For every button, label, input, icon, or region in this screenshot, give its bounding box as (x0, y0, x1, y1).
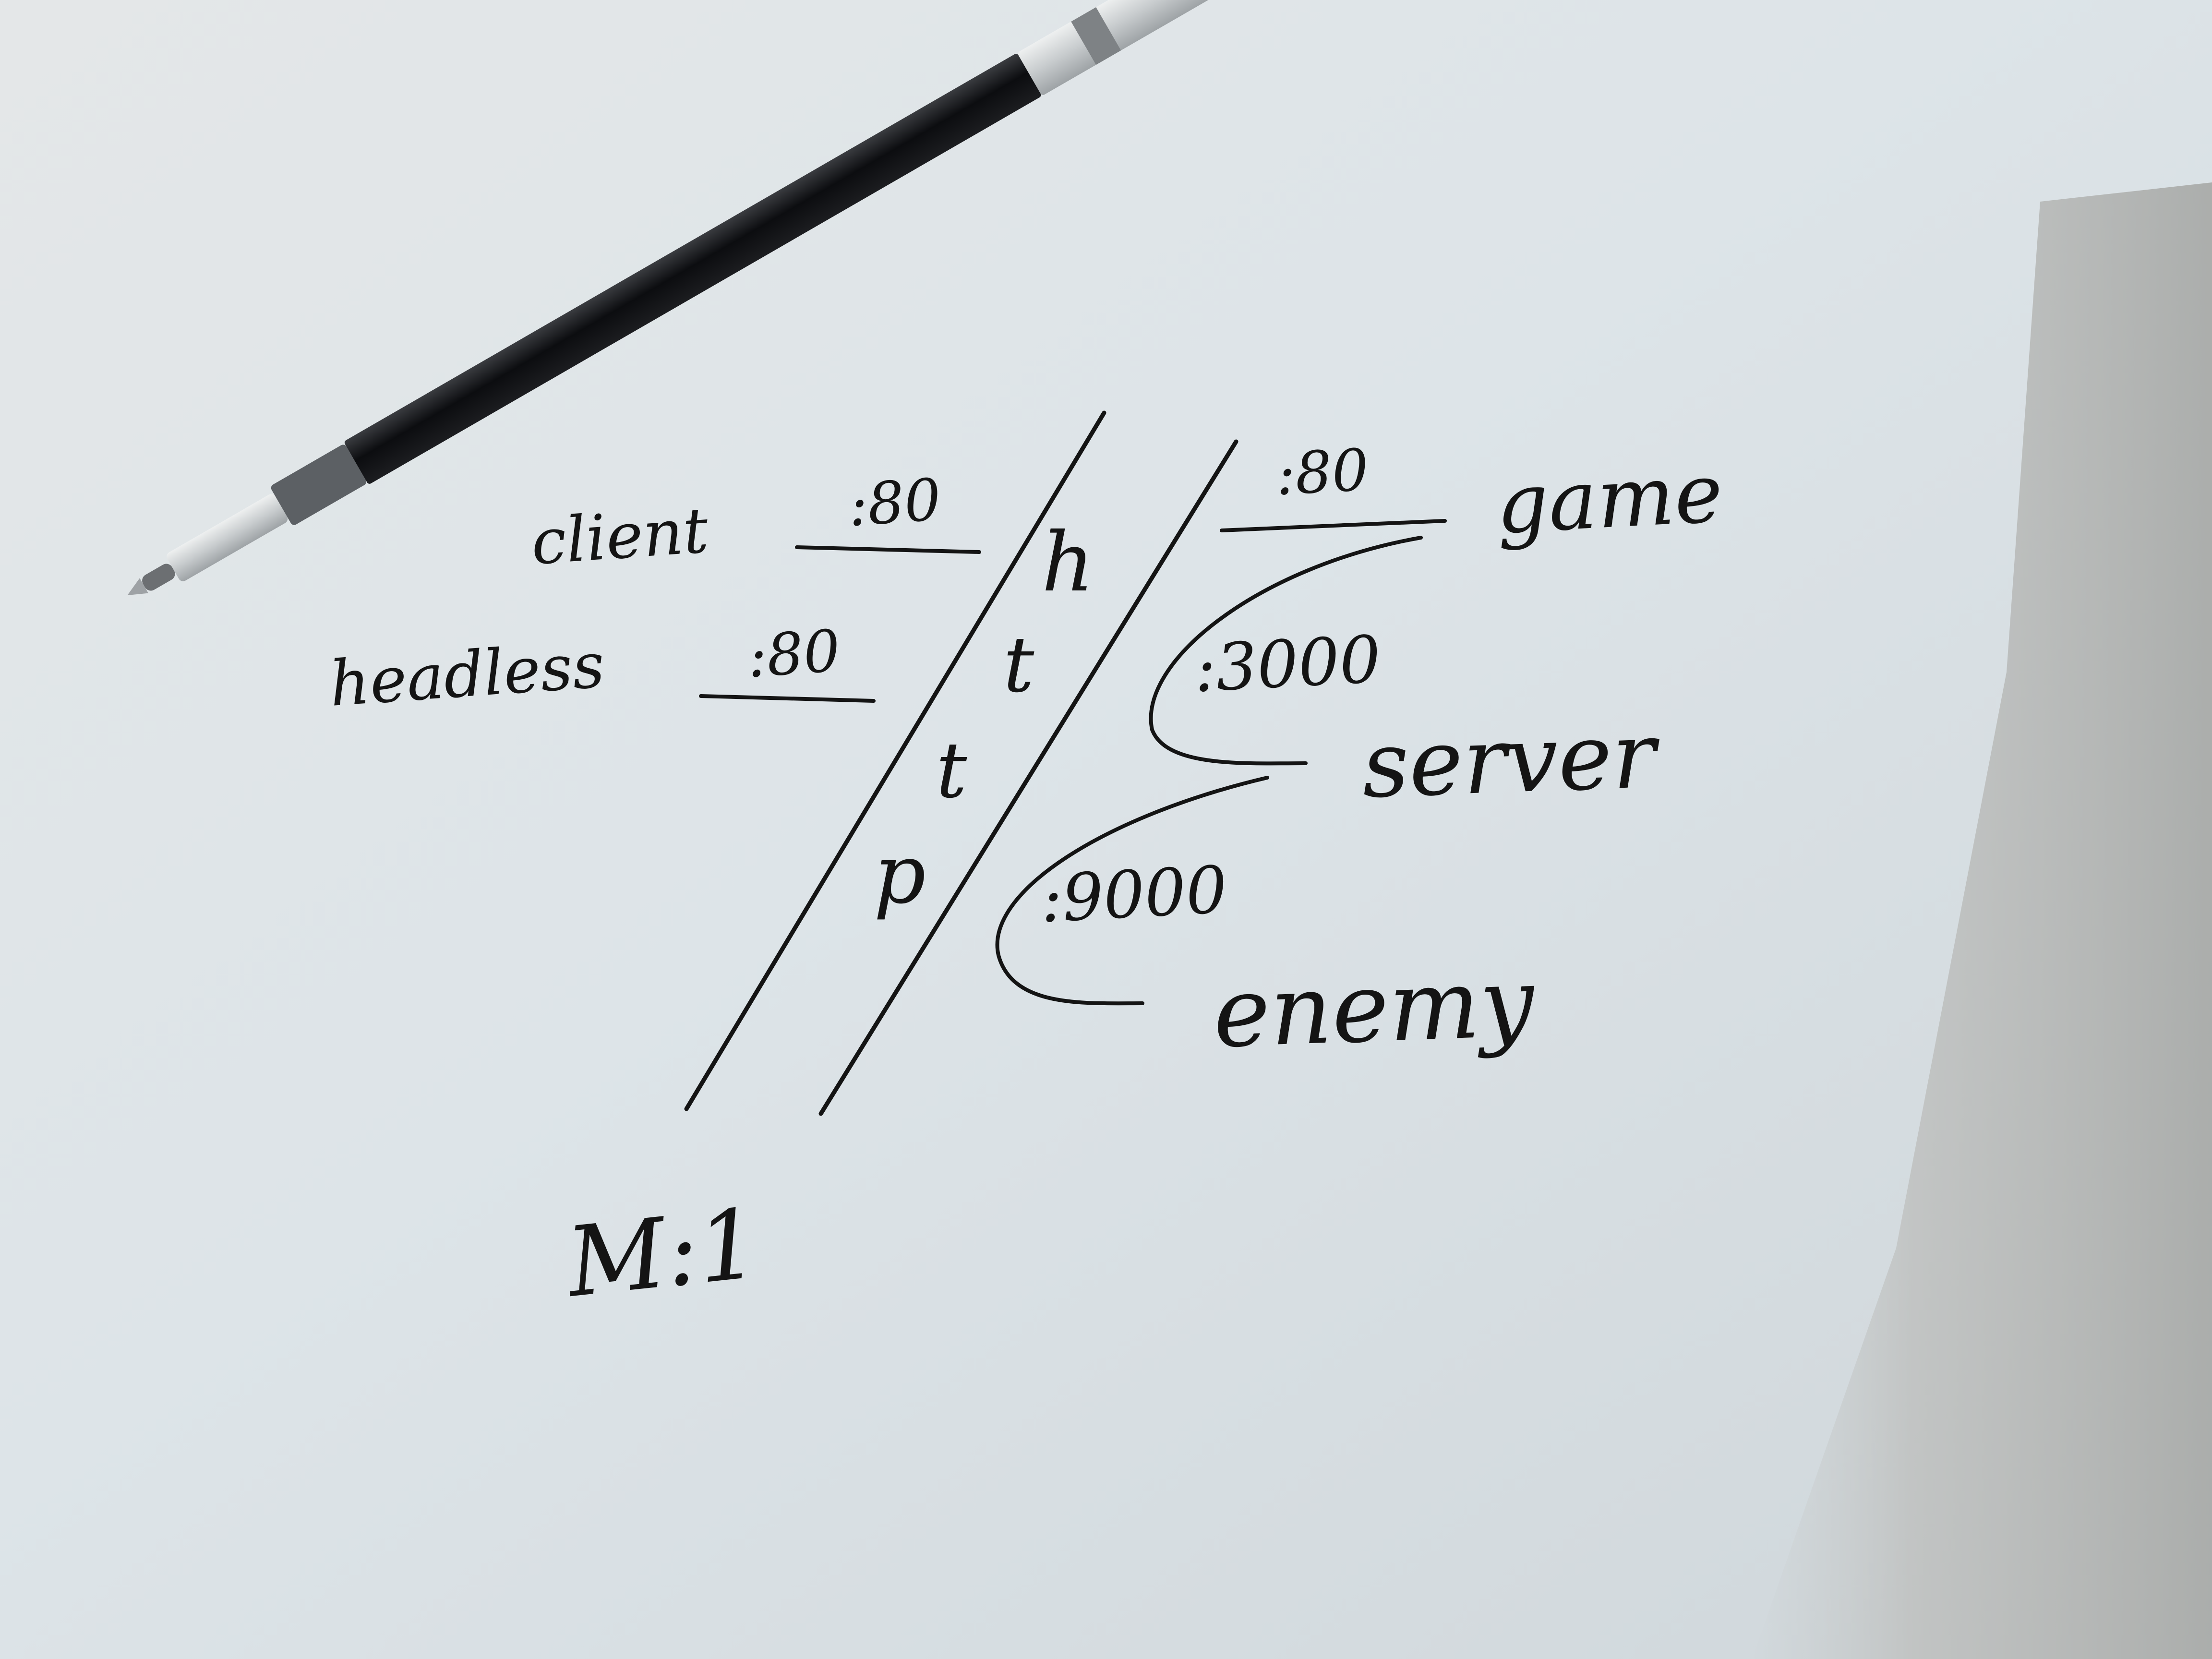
ratio-label: M:1 (560, 1188, 765, 1319)
headless-port-label: :80 (745, 618, 842, 691)
game-label: game (1494, 446, 1725, 553)
protocol-letter-t1: t (1003, 620, 1034, 709)
enemy-label: enemy (1212, 947, 1538, 1070)
client-label: client (529, 494, 711, 579)
server-label: server (1360, 702, 1662, 818)
protocol-letter-p: p (874, 827, 926, 922)
protocol-letter-h: h (1042, 515, 1094, 610)
photo-scene: client :80 headless :80 h t t p :80 game… (0, 0, 2212, 1659)
game-port-label: :80 (1274, 437, 1370, 508)
enemy-port-label: :9000 (1038, 852, 1229, 937)
server-port-label: :3000 (1192, 622, 1382, 707)
client-port-label: :80 (846, 467, 943, 540)
protocol-letter-t2: t (936, 725, 967, 815)
